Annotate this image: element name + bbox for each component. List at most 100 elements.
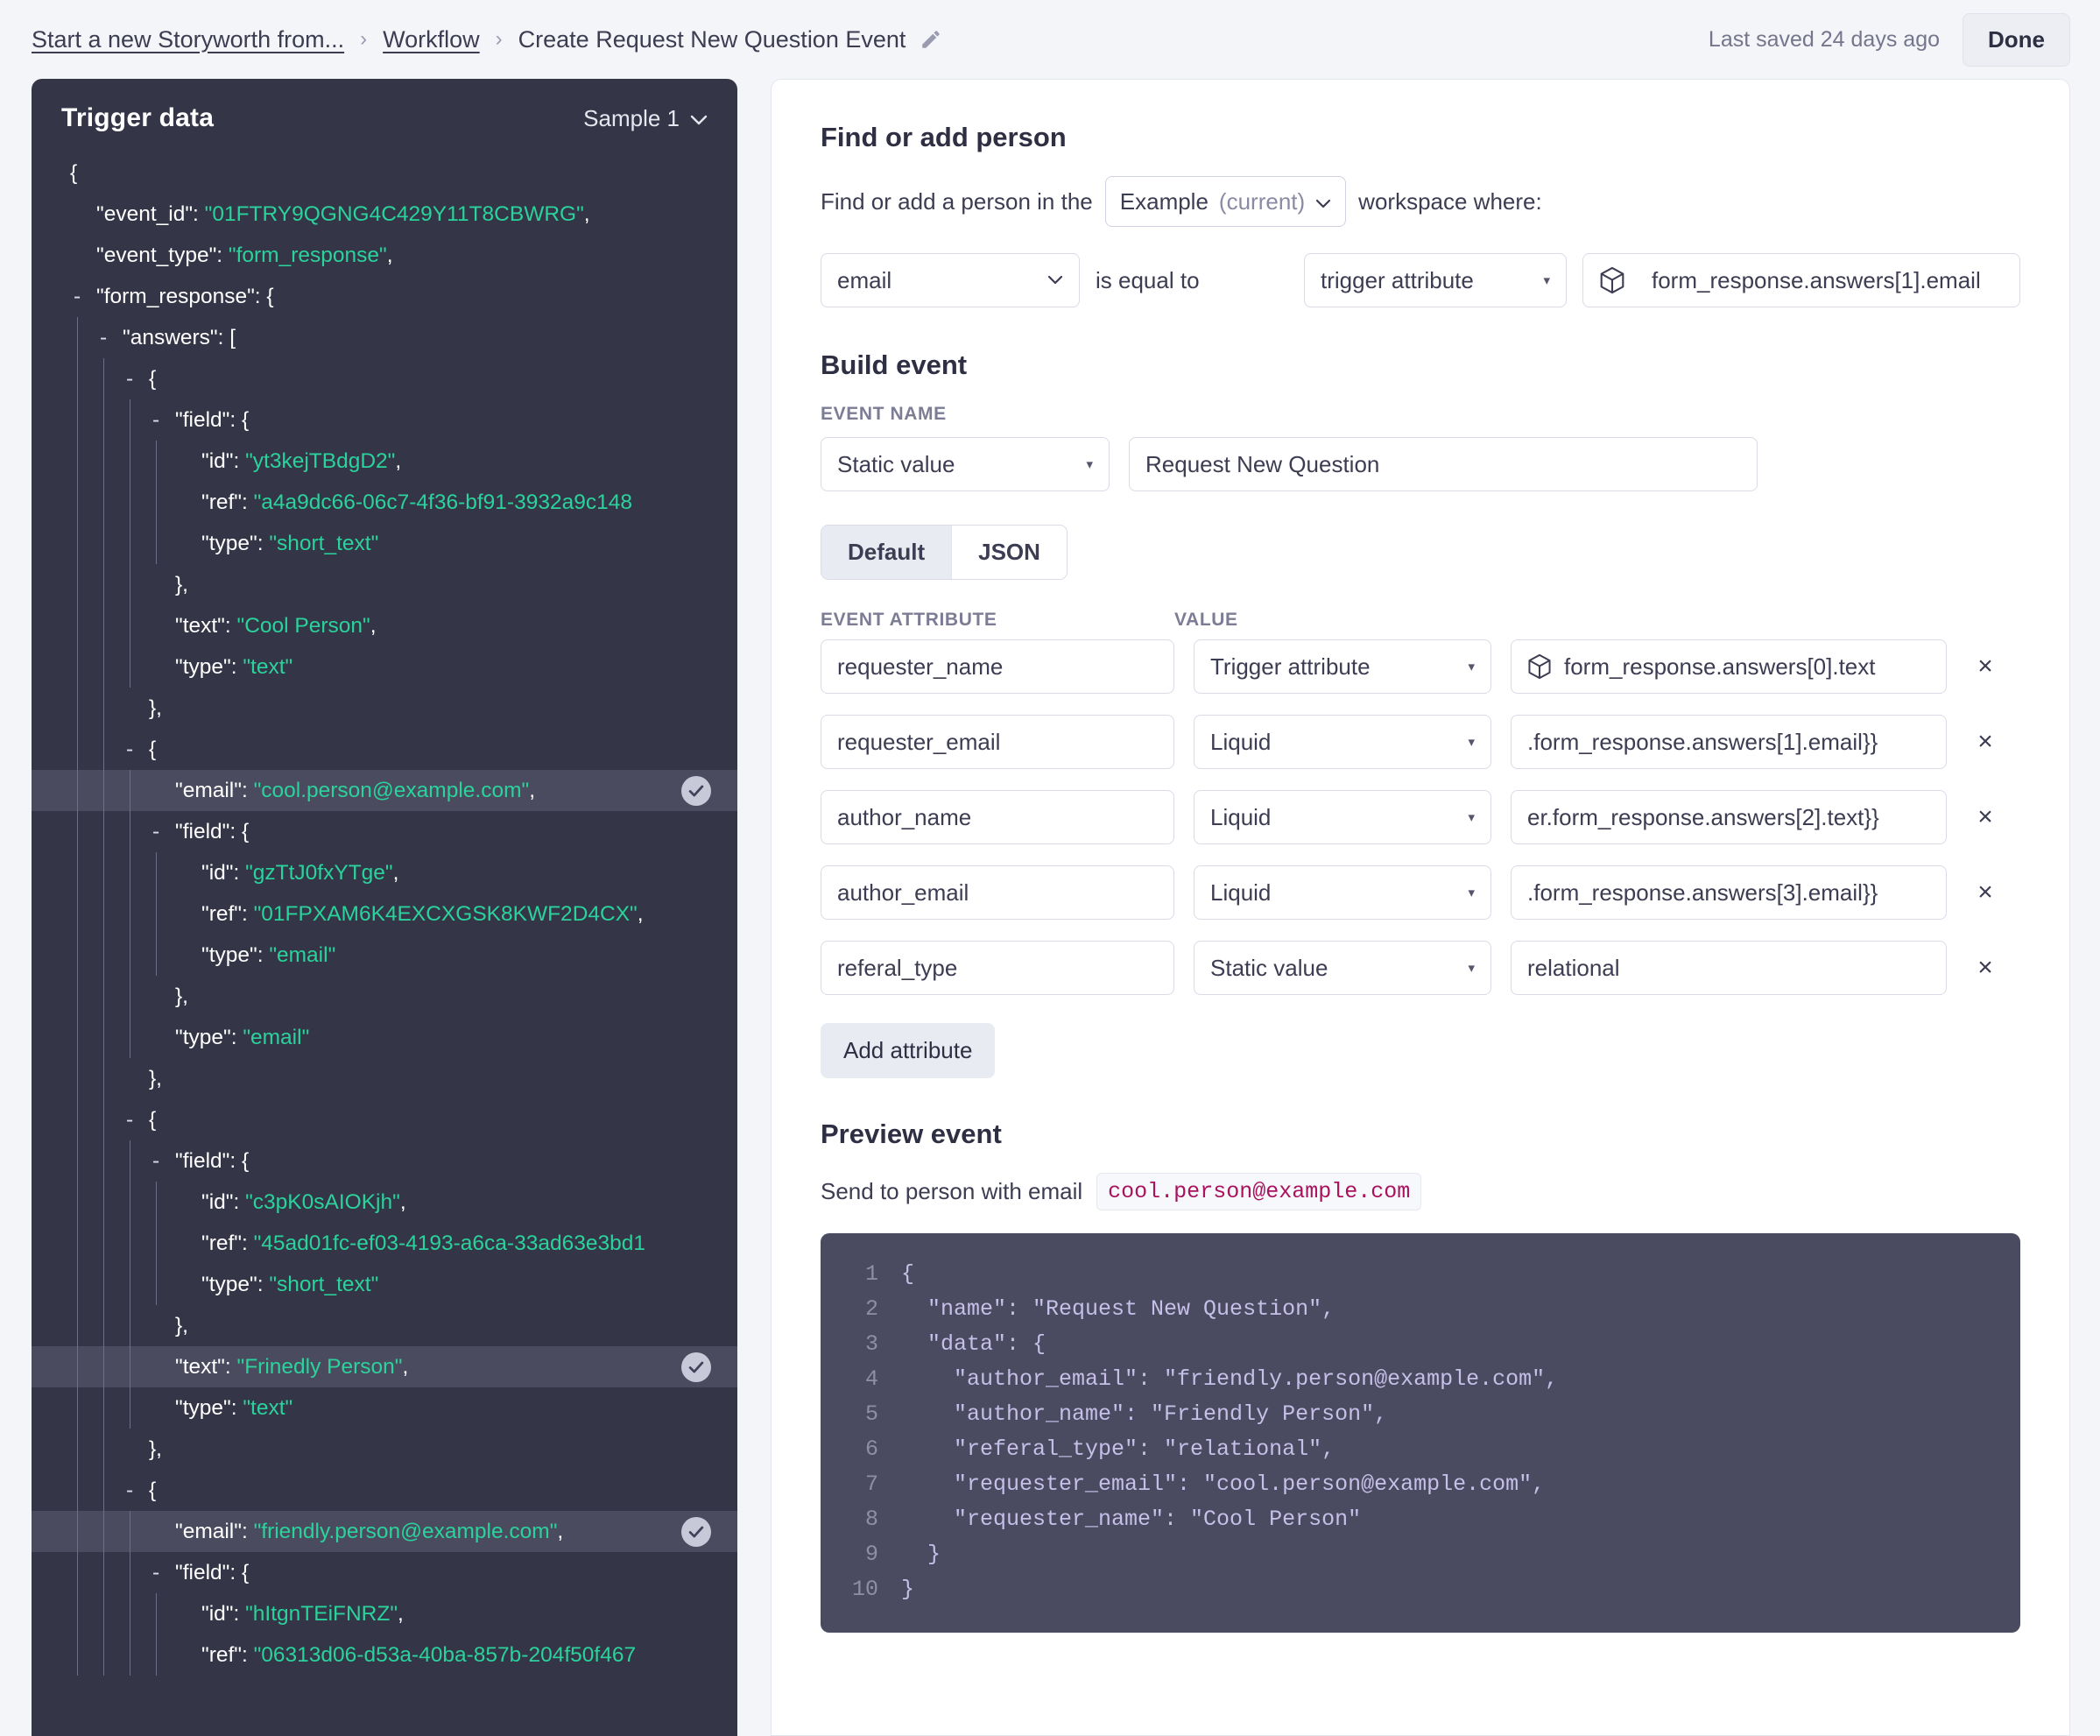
json-row[interactable]: }, <box>32 976 737 1017</box>
json-row[interactable]: }, <box>32 1429 737 1470</box>
match-value-input[interactable]: form_response.answers[1].email <box>1582 253 2020 307</box>
collapse-toggle-icon[interactable]: - <box>126 1478 149 1503</box>
json-row[interactable]: "event_type": "form_response", <box>32 235 737 276</box>
json-row[interactable]: "id": "yt3kejTBdgD2", <box>32 441 737 482</box>
attribute-type-select-0[interactable]: Trigger attribute ▾ <box>1194 639 1491 694</box>
json-row[interactable]: "id": "hItgnTEiFNRZ", <box>32 1593 737 1634</box>
json-row[interactable]: "email": "cool.person@example.com", <box>32 770 737 811</box>
attribute-type-value: Liquid <box>1210 803 1272 830</box>
indent-guide <box>100 1634 126 1676</box>
add-attribute-button[interactable]: Add attribute <box>821 1023 996 1078</box>
indent-guide <box>100 1264 126 1305</box>
sample-selector[interactable]: Sample 1 <box>583 105 708 132</box>
json-row[interactable]: { <box>32 152 737 194</box>
json-row[interactable]: "id": "gzTtJ0fxYTge", <box>32 852 737 893</box>
json-row[interactable]: "ref": "45ad01fc-ef03-4193-a6ca-33ad63e3… <box>32 1223 737 1264</box>
json-row[interactable]: -{ <box>32 1470 737 1511</box>
json-token: }, <box>149 695 162 720</box>
trigger-json-tree[interactable]: {"event_id": "01FTRY9QGNG4C429Y11T8CBWRG… <box>32 152 737 1676</box>
json-row[interactable]: "type": "short_text" <box>32 523 737 564</box>
json-row[interactable]: "ref": "a4a9dc66-06c7-4f36-bf91-3932a9c1… <box>32 482 737 523</box>
json-row[interactable]: "ref": "06313d06-d53a-40ba-857b-204f50f4… <box>32 1634 737 1676</box>
tab-json[interactable]: JSON <box>951 526 1067 579</box>
attribute-value-input-2[interactable]: er.form_response.answers[2].text}} <box>1511 790 1947 844</box>
json-row[interactable]: -{ <box>32 1099 737 1140</box>
json-row[interactable]: "id": "c3pK0sAIOKjh", <box>32 1182 737 1223</box>
attribute-name-input-2[interactable]: author_name <box>821 790 1174 844</box>
collapse-toggle-icon[interactable]: - <box>126 367 149 392</box>
json-row[interactable]: "email": "friendly.person@example.com", <box>32 1511 737 1552</box>
collapse-toggle-icon[interactable]: - <box>152 408 175 433</box>
indent-guide <box>74 646 100 688</box>
done-button[interactable]: Done <box>1963 12 2070 67</box>
indent-guide <box>74 1634 100 1676</box>
attribute-type-select-3[interactable]: Liquid ▾ <box>1194 865 1491 920</box>
json-row[interactable]: "type": "email" <box>32 1017 737 1058</box>
indent-guide <box>100 811 126 852</box>
remove-attribute-button-2[interactable]: × <box>1966 798 2005 836</box>
json-row[interactable]: - "field": { <box>32 1552 737 1593</box>
selected-check-icon[interactable] <box>681 1516 711 1547</box>
match-field-select[interactable]: email <box>821 253 1080 307</box>
indent-guide <box>100 1140 126 1182</box>
collapse-toggle-icon[interactable]: - <box>152 820 175 844</box>
attribute-value-input-1[interactable]: .form_response.answers[1].email}} <box>1511 715 1947 769</box>
indent-guide <box>47 935 74 976</box>
json-row[interactable]: }, <box>32 564 737 605</box>
json-row[interactable]: "type": "text" <box>32 1387 737 1429</box>
attribute-name-input-0[interactable]: requester_name <box>821 639 1174 694</box>
event-name-type-select[interactable]: Static value ▾ <box>821 437 1110 491</box>
collapse-toggle-icon[interactable]: - <box>152 1149 175 1174</box>
tab-default[interactable]: Default <box>821 526 952 579</box>
attribute-type-select-4[interactable]: Static value ▾ <box>1194 941 1491 995</box>
collapse-toggle-icon[interactable]: - <box>126 1108 149 1133</box>
json-row[interactable]: }, <box>32 1305 737 1346</box>
event-format-toggle: Default JSON <box>821 525 1068 580</box>
json-row[interactable]: -{ <box>32 729 737 770</box>
json-row[interactable]: "text": "Cool Person", <box>32 605 737 646</box>
last-saved-status: Last saved 24 days ago <box>1708 26 1940 52</box>
breadcrumb-item-0[interactable]: Start a new Storyworth from... <box>32 26 344 53</box>
selected-check-icon[interactable] <box>681 775 711 806</box>
attribute-name-input-4[interactable]: referal_type <box>821 941 1174 995</box>
json-row[interactable]: - "field": { <box>32 811 737 852</box>
indent-guide <box>47 1140 74 1182</box>
collapse-toggle-icon[interactable]: - <box>126 737 149 762</box>
selected-check-icon[interactable] <box>681 1351 711 1382</box>
json-row[interactable]: "ref": "01FPXAM6K4EXCXGSK8KWF2D4CX", <box>32 893 737 935</box>
json-row[interactable]: "type": "short_text" <box>32 1264 737 1305</box>
collapse-toggle-icon[interactable]: - <box>152 1561 175 1585</box>
attribute-name-input-1[interactable]: requester_email <box>821 715 1174 769</box>
indent-guide <box>74 441 100 482</box>
collapse-toggle-icon[interactable]: - <box>74 285 96 309</box>
json-row[interactable]: "type": "email" <box>32 935 737 976</box>
attribute-name-input-3[interactable]: author_email <box>821 865 1174 920</box>
json-row[interactable]: - "field": { <box>32 1140 737 1182</box>
json-row[interactable]: - "field": { <box>32 399 737 441</box>
attribute-type-select-1[interactable]: Liquid ▾ <box>1194 715 1491 769</box>
json-row[interactable]: "text": "Frinedly Person", <box>32 1346 737 1387</box>
pencil-icon[interactable] <box>920 28 942 51</box>
collapse-toggle-icon[interactable]: - <box>100 326 123 350</box>
json-row[interactable]: - "form_response": { <box>32 276 737 317</box>
match-source-select[interactable]: trigger attribute ▾ <box>1304 253 1567 307</box>
json-row[interactable]: "event_id": "01FTRY9QGNG4C429Y11T8CBWRG"… <box>32 194 737 235</box>
json-row[interactable]: -{ <box>32 358 737 399</box>
workspace-select[interactable]: Example (current) <box>1104 176 1347 227</box>
remove-attribute-button-0[interactable]: × <box>1966 647 2005 686</box>
remove-attribute-button-1[interactable]: × <box>1966 723 2005 761</box>
attribute-value-input-3[interactable]: .form_response.answers[3].email}} <box>1511 865 1947 920</box>
json-row[interactable]: "type": "text" <box>32 646 737 688</box>
remove-attribute-button-3[interactable]: × <box>1966 873 2005 912</box>
attribute-value-input-4[interactable]: relational <box>1511 941 1947 995</box>
attribute-name-value: requester_email <box>837 728 1001 755</box>
indent-guide <box>100 1387 126 1429</box>
event-name-input[interactable]: Request New Question <box>1129 437 1758 491</box>
attribute-type-select-2[interactable]: Liquid ▾ <box>1194 790 1491 844</box>
json-row[interactable]: }, <box>32 1058 737 1099</box>
json-row[interactable]: }, <box>32 688 737 729</box>
attribute-value-input-0[interactable]: form_response.answers[0].text <box>1511 639 1947 694</box>
breadcrumb-item-1[interactable]: Workflow <box>383 26 480 53</box>
json-row[interactable]: - "answers": [ <box>32 317 737 358</box>
remove-attribute-button-4[interactable]: × <box>1966 949 2005 987</box>
